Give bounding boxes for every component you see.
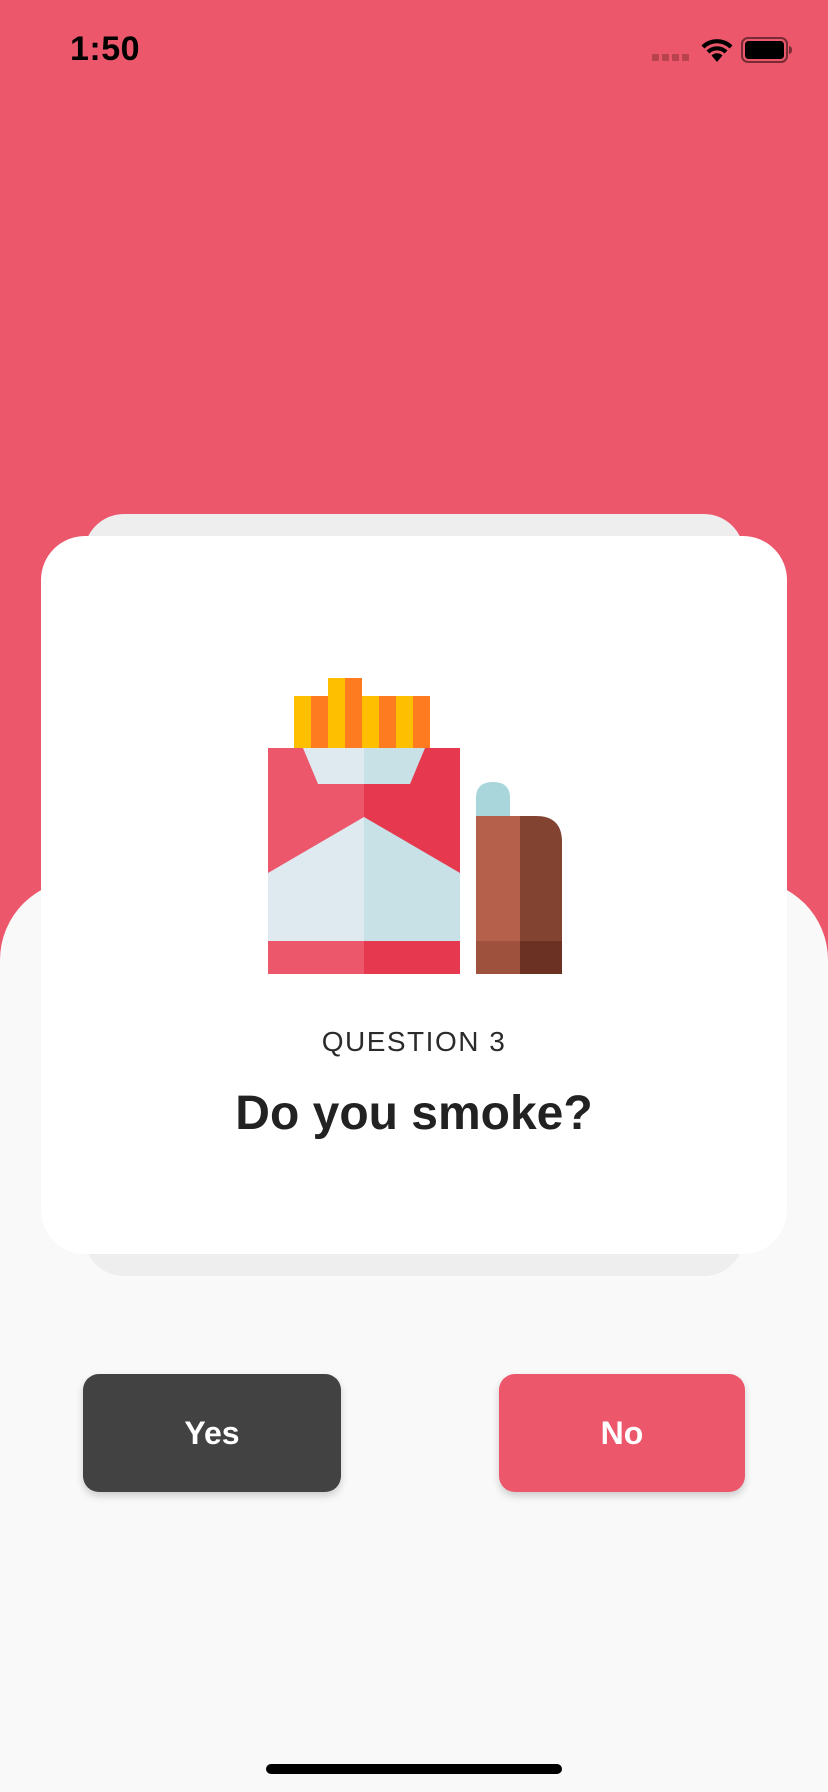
status-bar: 1:50 — [0, 0, 828, 100]
question-card: QUESTION 3 Do you smoke? — [41, 536, 787, 1254]
wifi-icon — [701, 39, 733, 62]
question-text: Do you smoke? — [235, 1087, 593, 1140]
home-indicator[interactable] — [266, 1764, 562, 1774]
cigarette-pack-icon — [268, 678, 562, 974]
status-time: 1:50 — [70, 30, 141, 68]
question-number: QUESTION 3 — [321, 1026, 507, 1057]
no-button[interactable]: No — [499, 1374, 745, 1492]
yes-button[interactable]: Yes — [83, 1374, 341, 1492]
cellular-signal-icon — [652, 54, 692, 62]
battery-icon — [741, 37, 792, 63]
screen: 1:50 QUESTION 3 Do you smoke? Yes No — [0, 0, 828, 1792]
